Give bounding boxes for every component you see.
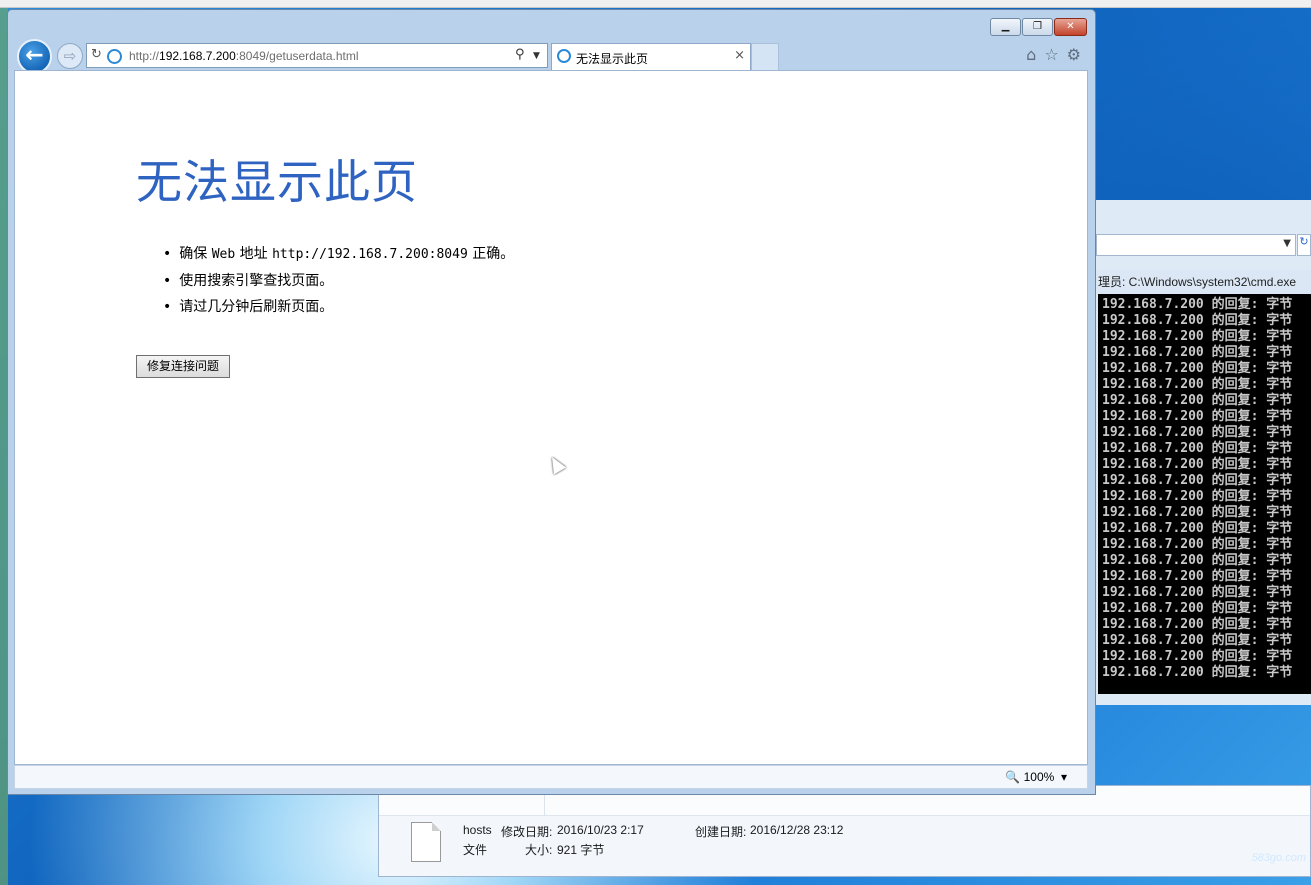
status-bar: 🔍 100% ▾ — [14, 765, 1088, 789]
cmd-output-line: 192.168.7.200 的回复: 字节 — [1102, 457, 1293, 472]
cmd-output-line: 192.168.7.200 的回复: 字节 — [1102, 473, 1293, 488]
dropdown-arrow-icon[interactable]: ▼ — [1283, 238, 1291, 249]
refresh-icon[interactable]: ↻ — [91, 47, 102, 62]
cmd-output-line: 192.168.7.200 的回复: 字节 — [1102, 521, 1293, 536]
cmd-output-line: 192.168.7.200 的回复: 字节 — [1102, 441, 1293, 456]
file-name: hosts — [463, 823, 492, 837]
cmd-output-line: 192.168.7.200 的回复: 字节 — [1102, 313, 1293, 328]
home-icon[interactable]: ⌂ — [1026, 45, 1036, 64]
file-icon — [411, 822, 441, 862]
page-title: 无法显示此页 — [136, 155, 418, 209]
tab-close-icon[interactable]: × — [734, 48, 745, 63]
fix-connection-button[interactable]: 修复连接问题 — [136, 355, 230, 378]
cmd-output-line: 192.168.7.200 的回复: 字节 — [1102, 617, 1293, 632]
cmd-output-line: 192.168.7.200 的回复: 字节 — [1102, 409, 1293, 424]
cmd-output-line: 192.168.7.200 的回复: 字节 — [1102, 601, 1293, 616]
cmd-output-line: 192.168.7.200 的回复: 字节 — [1102, 297, 1293, 312]
cmd-output-line: 192.168.7.200 的回复: 字节 — [1102, 329, 1293, 344]
explorer-details-pane: hosts 修改日期: 2016/10/23 2:17 创建日期: 2016/1… — [378, 785, 1311, 877]
window-controls: ▁ ❐ ✕ — [990, 18, 1087, 36]
modified-value: 2016/10/23 2:17 — [557, 823, 644, 837]
minimize-button[interactable]: ▁ — [990, 18, 1021, 36]
cmd-output-line: 192.168.7.200 的回复: 字节 — [1102, 505, 1293, 520]
cmd-output-line: 192.168.7.200 的回复: 字节 — [1102, 345, 1293, 360]
cmd-output-line: 192.168.7.200 的回复: 字节 — [1102, 361, 1293, 376]
created-value: 2016/12/28 23:12 — [750, 823, 844, 837]
top-toolbar-strip — [0, 0, 1311, 8]
suggestion-list: 确保 Web 地址 http://192.168.7.200:8049 正确。 … — [163, 241, 514, 320]
background-window: ▼ ↻ 理员: C:\Windows\system32\cmd.exe 192.… — [1095, 200, 1311, 705]
cmd-output-line: 192.168.7.200 的回复: 字节 — [1102, 569, 1293, 584]
page-content: 无法显示此页 确保 Web 地址 http://192.168.7.200:80… — [14, 70, 1088, 765]
size-label: 大小: — [525, 843, 553, 857]
file-type: 文件 — [463, 843, 488, 857]
tab-ie-icon — [557, 49, 571, 63]
cmd-output-line: 192.168.7.200 的回复: 字节 — [1102, 553, 1293, 568]
size-value: 921 字节 — [557, 843, 605, 857]
forward-arrow-icon: ⇨ — [63, 47, 77, 65]
created-label: 创建日期: — [695, 825, 747, 839]
close-button[interactable]: ✕ — [1054, 18, 1087, 36]
suggestion-item: 确保 Web 地址 http://192.168.7.200:8049 正确。 — [163, 241, 514, 268]
forward-button[interactable]: ⇨ — [57, 43, 83, 69]
ie-browser-window: ▁ ❐ ✕ ← ⇨ ↻ http://192.168.7.200:8049/ge… — [7, 9, 1096, 795]
address-url[interactable]: http://192.168.7.200:8049/getuserdata.ht… — [129, 49, 359, 63]
settings-gear-icon[interactable]: ⚙ — [1067, 45, 1081, 64]
address-bar[interactable]: ↻ http://192.168.7.200:8049/getuserdata.… — [86, 43, 548, 68]
cmd-output-line: 192.168.7.200 的回复: 字节 — [1102, 633, 1293, 648]
favorites-star-icon[interactable]: ☆ — [1044, 45, 1058, 64]
watermark: 583go.com — [1251, 852, 1306, 864]
tab-current[interactable]: 无法显示此页 × — [551, 43, 751, 70]
zoom-control[interactable]: 🔍 100% ▾ — [1005, 770, 1067, 784]
toolbar-icons: ⌂ ☆ ⚙ — [1026, 45, 1081, 64]
cmd-output-line: 192.168.7.200 的回复: 字节 — [1102, 377, 1293, 392]
address-dropdown-icon[interactable]: ▼ — [533, 51, 540, 61]
new-tab-button[interactable] — [751, 43, 779, 70]
cmd-output-line: 192.168.7.200 的回复: 字节 — [1102, 489, 1293, 504]
back-arrow-icon: ← — [25, 43, 44, 68]
cmd-output-line: 192.168.7.200 的回复: 字节 — [1102, 665, 1293, 680]
tab-title: 无法显示此页 — [576, 52, 649, 66]
cmd-output-line: 192.168.7.200 的回复: 字节 — [1102, 585, 1293, 600]
cmd-output-line: 192.168.7.200 的回复: 字节 — [1102, 393, 1293, 408]
background-address-bar[interactable]: ▼ — [1096, 234, 1296, 256]
cmd-window-title: 理员: C:\Windows\system32\cmd.exe — [1096, 270, 1311, 294]
suggestion-item: 使用搜索引擎查找页面。 — [163, 268, 514, 294]
mouse-cursor-icon — [545, 453, 567, 475]
cmd-output-line: 192.168.7.200 的回复: 字节 — [1102, 425, 1293, 440]
cmd-output-line: 192.168.7.200 的回复: 字节 — [1102, 537, 1293, 552]
ie-page-icon — [107, 49, 122, 64]
search-icon[interactable]: ⚲ — [515, 47, 525, 62]
cmd-console[interactable]: 192.168.7.200 的回复: 字节 192.168.7.200 的回复: … — [1098, 294, 1311, 694]
background-refresh-icon[interactable]: ↻ — [1297, 234, 1311, 256]
back-button[interactable]: ← — [17, 39, 52, 74]
maximize-button[interactable]: ❐ — [1022, 18, 1053, 36]
modified-label: 修改日期: — [501, 825, 553, 839]
cmd-output-line: 192.168.7.200 的回复: 字节 — [1102, 649, 1293, 664]
suggestion-item: 请过几分钟后刷新页面。 — [163, 294, 514, 320]
